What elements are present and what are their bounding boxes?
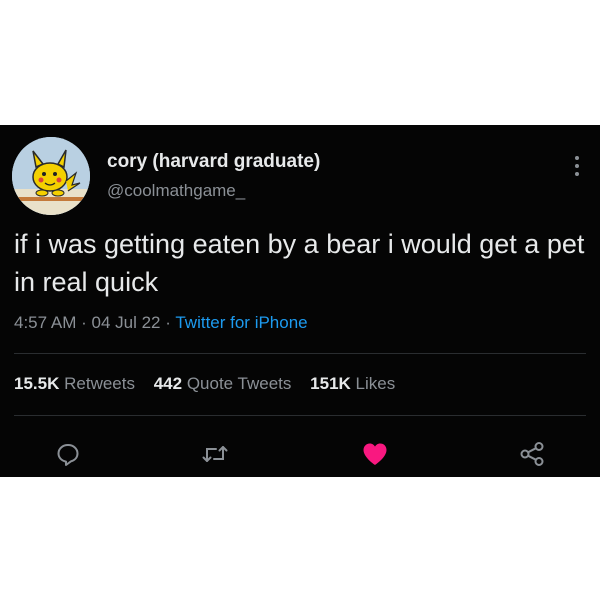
retweets-label: Retweets — [64, 374, 135, 393]
retweet-icon — [202, 446, 228, 462]
retweets-count: 15.5K — [14, 374, 60, 393]
tweet-metadata: 4:57 AM · 04 Jul 22 · Twitter for iPhone — [14, 313, 308, 333]
tweet-source[interactable]: Twitter for iPhone — [175, 313, 307, 332]
likes-stat[interactable]: 151K Likes — [310, 374, 395, 393]
user-handle[interactable]: @coolmathgame_ — [107, 181, 245, 201]
more-vertical-icon[interactable] — [571, 153, 583, 179]
heart-icon — [363, 443, 387, 465]
meta-separator: · — [81, 313, 87, 332]
tweet-text: if i was getting eaten by a bear i would… — [14, 229, 585, 297]
avatar[interactable] — [12, 137, 90, 215]
quote-tweets-label: Quote Tweets — [186, 374, 292, 393]
like-button[interactable] — [360, 440, 390, 468]
reply-icon — [57, 444, 79, 466]
likes-label: Likes — [355, 374, 396, 393]
tweet-time[interactable]: 4:57 AM — [14, 313, 76, 332]
share-button[interactable] — [517, 440, 547, 468]
divider — [14, 415, 586, 416]
share-icon — [520, 442, 544, 466]
quote-tweets-stat[interactable]: 442 Quote Tweets — [154, 374, 292, 393]
retweets-stat[interactable]: 15.5K Retweets — [14, 374, 135, 393]
retweet-button[interactable] — [200, 440, 230, 468]
tweet-stats: 15.5K Retweets 442 Quote Tweets 151K Lik… — [14, 374, 409, 394]
tweet-card: cory (harvard graduate) @coolmathgame_ i… — [0, 125, 600, 477]
meta-separator: · — [165, 313, 171, 332]
likes-count: 151K — [310, 374, 351, 393]
divider — [14, 353, 586, 354]
reply-button[interactable] — [53, 440, 83, 468]
avatar-image — [12, 137, 90, 215]
display-name[interactable]: cory (harvard graduate) — [107, 151, 320, 173]
tweet-date[interactable]: 04 Jul 22 — [92, 313, 161, 332]
quote-tweets-count: 442 — [153, 374, 183, 393]
